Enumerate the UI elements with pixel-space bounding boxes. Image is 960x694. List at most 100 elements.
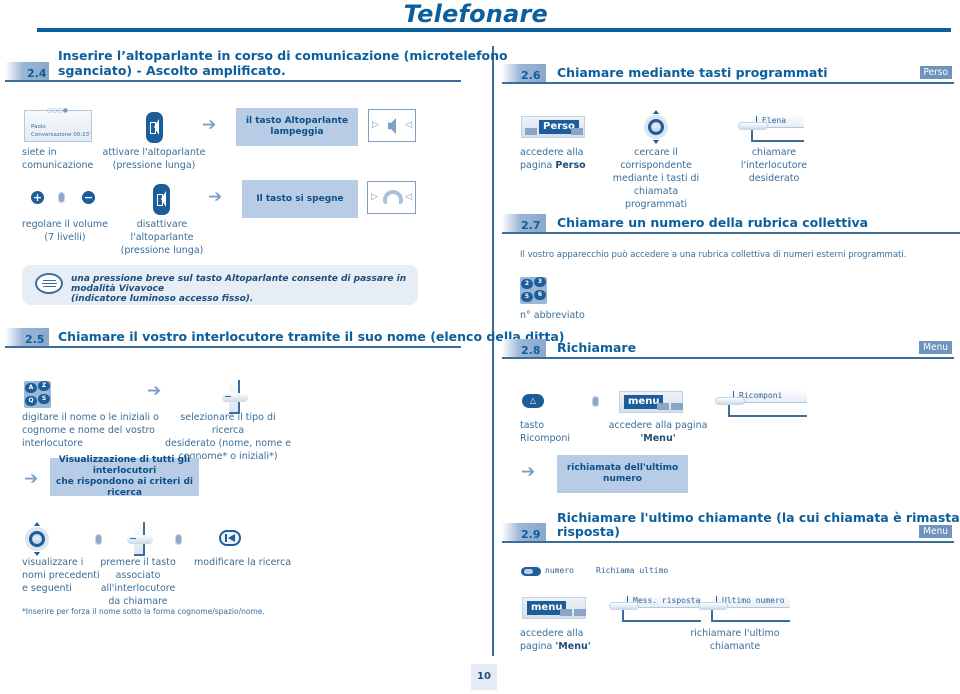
footnote: *Inserire per forza il nome sotto la for…: [22, 607, 265, 616]
nav-up-arrow-icon: [34, 522, 40, 526]
alpha-keypad-icon[interactable]: A Z Q S: [24, 381, 51, 408]
section-2-8-heading: 2.8 Richiamare Menu: [502, 339, 954, 359]
screen-chip: [657, 403, 669, 410]
speaker-icon: [388, 118, 396, 134]
section-2-4-heading: 2.4 Inserire l’altoparlante in corso di …: [5, 48, 508, 82]
volume-up-button[interactable]: +: [31, 191, 44, 204]
caption-line: Ricomponi: [520, 433, 571, 444]
section-title-line-1: Inserire l’altoparlante in corso di comu…: [58, 48, 508, 63]
caption-line: richiamare l'ultimo: [690, 628, 780, 639]
screen-caller-name: Paolo: [31, 124, 46, 130]
caption-recall-last-caller: richiamare l'ultimo chiamante: [690, 627, 780, 653]
led-left-arrow-icon: ▷: [372, 120, 379, 130]
caption-line: digitare il nome o le iniziali o: [22, 412, 159, 423]
section-title-line-2: sganciato) - Ascolto amplificato.: [58, 63, 286, 78]
caption-line: chiamata programmati: [625, 186, 687, 210]
selection-key-icon[interactable]: [127, 522, 153, 556]
section-number: 2.7: [521, 219, 541, 232]
speech-bubble-icon: [35, 273, 63, 294]
key-pill: [738, 122, 768, 130]
section-number: 2.9: [521, 528, 541, 541]
ok-navigator-icon[interactable]: OK: [23, 522, 51, 556]
caption-line: e seguenti: [22, 583, 72, 594]
speaker-key-icon[interactable]: [153, 184, 170, 215]
caption-line: cognome e nome del vostro: [22, 425, 155, 436]
caption-speed-dial: n° abbreviato: [520, 310, 585, 321]
signal-dots: ○○○●: [47, 107, 68, 114]
menu-screen-icon[interactable]: menu: [619, 391, 683, 413]
caption-line: accedere alla: [520, 147, 584, 158]
result-last-number: richiamata dell'ultimo numero: [557, 455, 688, 493]
caption-bold: 'Menu': [555, 641, 591, 652]
caption-line: accedere alla pagina: [608, 420, 708, 431]
caption-line: desiderato (nome, nome e: [164, 438, 292, 449]
back-key-icon[interactable]: [219, 530, 241, 546]
section-number: 2.5: [25, 333, 45, 346]
note-box: una pressione breve sul tasto Altoparlan…: [22, 265, 418, 305]
numeric-keypad-icon[interactable]: 2 3 5 6: [520, 277, 547, 304]
redial-key-icon[interactable]: △: [522, 394, 544, 408]
no-answer-label-key[interactable]: Mess. risposta: [609, 594, 701, 622]
nav-down-arrow-icon: [653, 140, 659, 144]
caption-line: (pressione lunga): [120, 245, 204, 256]
caption-bold: Perso: [555, 160, 586, 171]
caption-line: pagina Perso: [520, 159, 586, 172]
caption-line: tasto: [520, 420, 545, 431]
caption-line: interlocutore: [22, 438, 83, 449]
last-number-label-key[interactable]: Ultimo numero: [698, 594, 790, 622]
caption-line: pagina 'Menu': [520, 640, 591, 653]
caption-line: premere il tasto: [100, 557, 176, 568]
caption-modify-search: modificare la ricerca: [194, 557, 292, 568]
separator-dot-icon: [592, 396, 599, 407]
volume-down-button[interactable]: −: [82, 191, 95, 204]
screen-chip: [574, 609, 586, 616]
menu-screen-icon[interactable]: menu: [522, 597, 586, 619]
keypad-key: Q: [25, 396, 37, 406]
section-2-6-heading: 2.6 Chiamare mediante tasti programmati …: [502, 64, 954, 84]
perso-badge: Perso: [919, 66, 952, 79]
key-pill: [715, 397, 745, 405]
caption-press-key: premere il tasto associato all'interlocu…: [100, 556, 176, 608]
arrow-right-icon: ➔: [147, 381, 162, 401]
perso-screen-icon[interactable]: Perso: [521, 116, 585, 138]
selection-key-icon[interactable]: [222, 380, 248, 414]
column-divider: [492, 46, 494, 656]
programmed-key-elena[interactable]: Elena: [738, 114, 804, 142]
note-line: (indicatore luminoso accesso fisso).: [71, 294, 254, 304]
menu-badge: Menu: [919, 341, 952, 354]
caption-line: (7 livelli): [44, 232, 86, 243]
caption-line: cercare il: [634, 147, 678, 158]
caption-line: mediante i tasti di: [612, 173, 700, 184]
arrow-right-icon: ➔: [24, 469, 39, 489]
key-pill: [222, 393, 248, 402]
caption-line: siete in: [22, 147, 57, 158]
caption-line: regolare il volume: [22, 219, 108, 230]
caption-line: accedere alla: [520, 628, 584, 639]
oval-key-icon: [521, 567, 541, 576]
caption-in-call: siete in comunicazione: [22, 146, 93, 172]
ok-key: OK: [648, 119, 664, 135]
speaker-key-icon[interactable]: [146, 112, 163, 143]
result-speaker-blinking: il tasto Altoparlante lampeggia: [236, 108, 358, 146]
caption-line: selezionare il tipo di ricerca: [180, 412, 276, 436]
note-text: una pressione breve sul tasto Altoparlan…: [71, 274, 418, 304]
handset-led-icon: ▷ ◁: [367, 181, 416, 214]
screen-call-status: Conversazione 00:23': [31, 132, 91, 138]
arrow-right-icon: ➔: [521, 462, 536, 482]
caption-line: 'Menu': [606, 432, 710, 445]
menu-badge: Menu: [919, 525, 952, 538]
arrow-right-icon: ➔: [202, 115, 217, 135]
ok-navigator-icon[interactable]: OK: [642, 110, 670, 144]
key-pill: [609, 602, 639, 610]
caption-type-name: digitare il nome o le iniziali o cognome…: [22, 411, 159, 450]
caption-call-contact: chiamare l'interlocutore desiderato: [734, 146, 814, 185]
page-number: 10: [471, 664, 497, 690]
caption-text: pagina: [520, 160, 556, 171]
section-title: Chiamare il vostro interlocutore tramite…: [58, 329, 565, 344]
redial-label-key[interactable]: Ricomponi: [715, 389, 807, 417]
keypad-key: 5: [521, 292, 533, 302]
screen-chip: [560, 609, 572, 616]
section-2-7-heading: 2.7 Chiamare un numero della rubrica col…: [502, 214, 960, 234]
caption-line: l'interlocutore: [740, 160, 808, 171]
alt-text: Richiama ultimo: [596, 566, 669, 575]
